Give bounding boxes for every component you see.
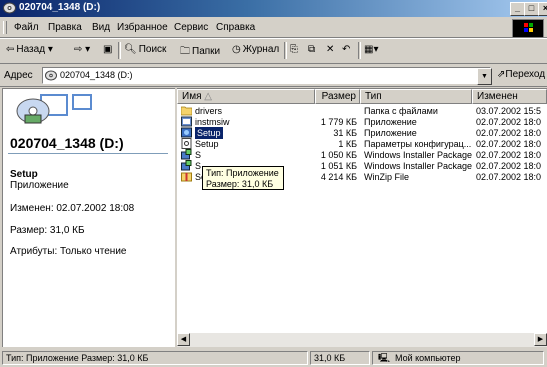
selected-item-size: Размер: 31,0 КБ (10, 225, 85, 236)
msi-icon (181, 149, 192, 160)
status-size: 31,0 КБ (310, 351, 370, 365)
scroll-right-button[interactable]: ▶ (534, 333, 547, 346)
config-file-icon (181, 138, 192, 149)
tooltip-type: Тип: Приложение (206, 168, 279, 178)
window-title: 020704_1348 (D:) (19, 2, 101, 13)
winzip-icon (181, 171, 192, 182)
address-bar: Адрес 020704_1348 (D:) ▼ ⇗Переход (0, 64, 547, 87)
menu-tools[interactable]: Сервис (174, 22, 208, 33)
menu-file[interactable]: Файл (14, 22, 39, 33)
go-button[interactable]: ⇗Переход (497, 69, 545, 80)
column-header-modified[interactable]: Изменен (472, 89, 547, 104)
menu-help[interactable]: Справка (216, 22, 255, 33)
menu-favorites[interactable]: Избранное (117, 22, 168, 33)
drive-title: 020704_1348 (D:) (10, 135, 124, 151)
status-zone: 🖳 Мой компьютер (372, 351, 544, 365)
toolbar-separator (358, 42, 361, 59)
selected-item-attributes: Атрибуты: Только чтение (10, 246, 127, 257)
setup-app-icon (181, 127, 192, 138)
delete-icon[interactable]: ✕ (326, 44, 334, 55)
views-icon[interactable]: ▦▾ (364, 44, 378, 55)
status-bar: Тип: Приложение Размер: 31,0 КБ 31,0 КБ … (0, 349, 547, 367)
folder-icon (180, 105, 193, 116)
horizontal-scrollbar[interactable]: ◀ ▶ (177, 333, 547, 347)
selected-item-modified: Изменен: 02.07.2002 18:08 (10, 203, 135, 214)
app-icon (181, 116, 192, 127)
folders-button[interactable]: 🗀 Папки (180, 44, 220, 61)
sort-ascending-icon: △ (204, 91, 212, 102)
address-input[interactable]: 020704_1348 (D:) (42, 67, 491, 84)
folders-icon: 🗀 (180, 46, 190, 57)
selected-item-name: Setup (10, 169, 38, 180)
details-pane: 020704_1348 (D:) Setup Приложение Измене… (2, 88, 175, 347)
file-size: 4 214 КБ (320, 172, 357, 182)
address-value: 020704_1348 (D:) (60, 70, 133, 80)
menu-view[interactable]: Вид (92, 22, 110, 33)
column-header-name[interactable]: Имя △ (177, 89, 315, 104)
toolbar: ⇦ Назад ▾ ⇨ ▾ ▣ 🔍︎ Поиск 🗀 Папки ◷ Журнал ⎘ … (0, 38, 547, 64)
history-button[interactable]: ◷ Журнал (232, 44, 279, 55)
search-icon: 🔍︎ (124, 44, 137, 55)
details-divider (8, 153, 168, 154)
move-to-icon[interactable]: ⎘ (290, 44, 298, 55)
menu-edit[interactable]: Правка (48, 22, 82, 33)
address-label: Адрес (4, 70, 33, 81)
selected-item-type: Приложение (10, 180, 69, 191)
file-type: WinZip File (364, 172, 410, 182)
forward-button[interactable]: ⇨ ▾ (74, 44, 90, 55)
cd-drive-icon (45, 70, 57, 81)
cd-drive-icon (3, 2, 16, 14)
column-header-type[interactable]: Тип (360, 89, 472, 104)
menu-grip (3, 21, 7, 34)
maximize-button[interactable]: □ (524, 2, 539, 16)
address-dropdown-button[interactable]: ▼ (477, 68, 492, 85)
tooltip-size: Размер: 31,0 КБ (206, 179, 274, 189)
minimize-button[interactable]: _ (510, 2, 525, 16)
close-button[interactable]: × (538, 2, 547, 16)
file-list[interactable]: Имя △ Размер Тип Изменен drivers Папка с … (177, 88, 547, 347)
undo-icon[interactable]: ↶ (342, 44, 350, 55)
status-text: Тип: Приложение Размер: 31,0 КБ (2, 351, 308, 365)
toolbar-separator (284, 42, 287, 59)
file-modified: 02.07.2002 18:0 (476, 172, 542, 182)
scroll-left-button[interactable]: ◀ (177, 333, 190, 346)
back-button[interactable]: ⇦ Назад ▾ (6, 44, 53, 55)
toolbar-separator (118, 42, 121, 59)
msi-icon (181, 160, 192, 171)
column-header-size[interactable]: Размер (315, 89, 360, 104)
back-arrow-icon: ⇦ (6, 44, 15, 55)
history-icon: ◷ (232, 44, 241, 55)
menu-bar: Файл Правка Вид Избранное Сервис Справка (0, 18, 547, 38)
up-folder-icon[interactable]: ▣ (103, 44, 112, 55)
copy-to-icon[interactable]: ⧉ (308, 44, 315, 55)
file-tooltip: Тип: Приложение Размер: 31,0 КБ (202, 166, 284, 190)
windows-logo-icon (512, 19, 544, 38)
my-computer-icon: 🖳 (378, 353, 391, 363)
title-bar[interactable]: 020704_1348 (D:) _ □ × (0, 0, 547, 17)
drive-banner-icon (16, 94, 92, 124)
search-button[interactable]: 🔍︎ Поиск (124, 44, 166, 55)
